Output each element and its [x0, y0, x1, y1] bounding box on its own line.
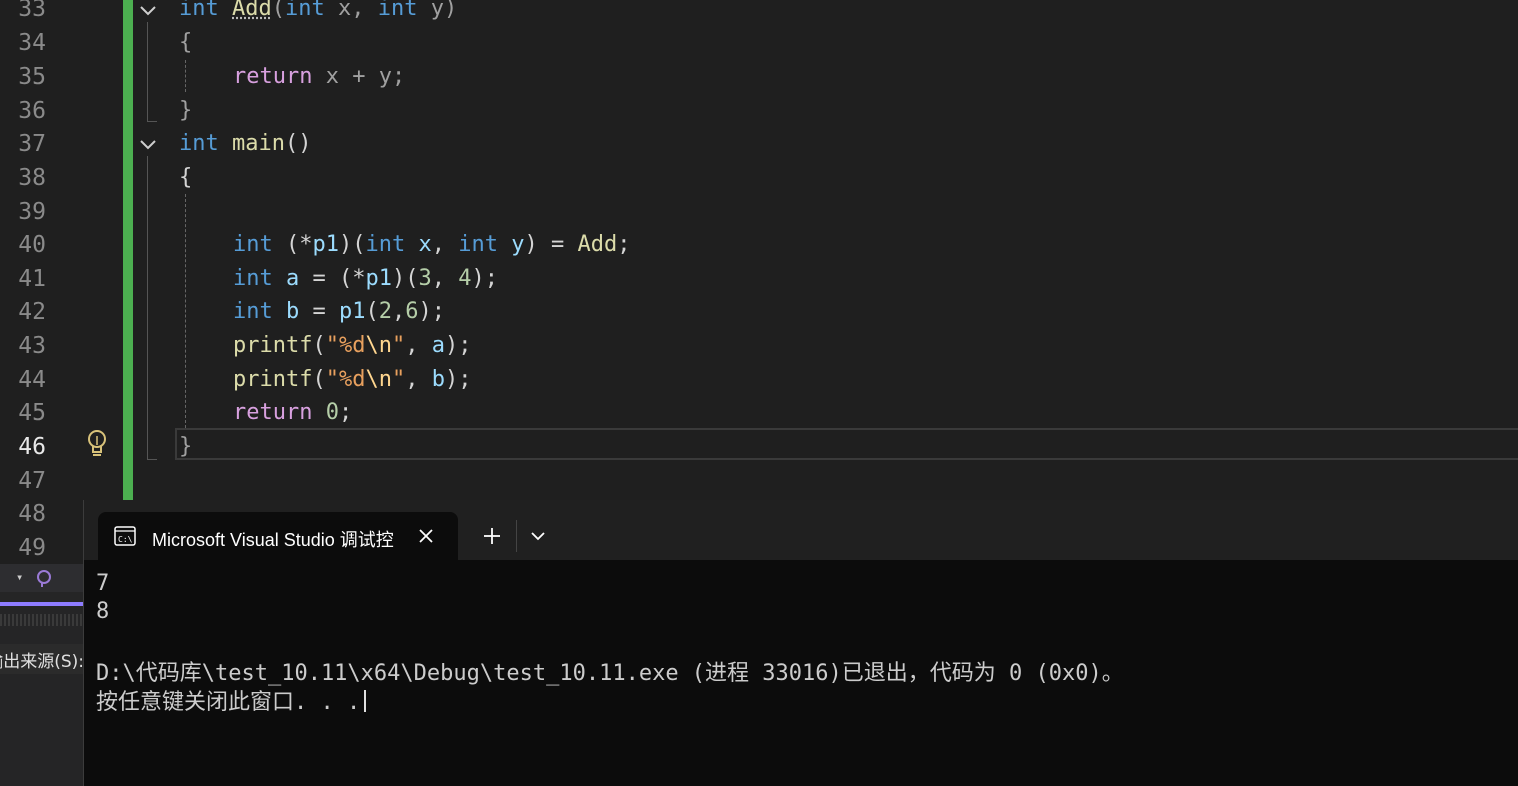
fold-guide-end: [147, 459, 157, 460]
code-line-46[interactable]: }: [179, 430, 192, 464]
active-tab-indicator: [0, 602, 84, 606]
terminal-window[interactable]: C:\ Microsoft Visual Studio 调试控 7 8 D:\代…: [83, 500, 1518, 786]
line-number: 43: [18, 333, 46, 359]
terminal-tab-title: Microsoft Visual Studio 调试控: [152, 530, 394, 550]
line-number: 45: [18, 400, 46, 426]
code-line-34[interactable]: {: [179, 26, 192, 60]
output-source-row: 输出来源(S):: [0, 644, 84, 674]
fold-guide: [147, 22, 148, 122]
code-line-36[interactable]: }: [179, 94, 192, 128]
code-line-41[interactable]: int a = (*p1)(3, 4);: [233, 262, 498, 296]
indent-guide: [185, 194, 186, 428]
terminal-tab-bar: C:\ Microsoft Visual Studio 调试控: [84, 500, 1518, 560]
line-number: 40: [18, 232, 46, 258]
console-icon: C:\: [114, 526, 136, 546]
line-number: 36: [18, 98, 46, 124]
indent-guide: [185, 60, 186, 92]
tab-divider: [516, 520, 517, 552]
panel-toolbar: ▾: [0, 564, 84, 592]
code-line-40[interactable]: int (*p1)(int x, int y) = Add;: [233, 228, 630, 262]
chevron-down-icon[interactable]: [530, 530, 546, 542]
change-indicator-bar: [123, 0, 133, 500]
line-number: 37: [18, 131, 46, 157]
code-line-42[interactable]: int b = p1(2,6);: [233, 295, 445, 329]
line-number: 33: [18, 0, 46, 22]
terminal-output-line: 8: [96, 599, 110, 624]
fold-chevron-icon[interactable]: [138, 0, 158, 20]
line-number: 38: [18, 165, 46, 191]
line-number: 42: [18, 299, 46, 325]
terminal-output-line: D:\代码库\test_10.11\x64\Debug\test_10.11.e…: [96, 661, 1124, 686]
svg-text:C:\: C:\: [118, 535, 133, 544]
fold-guide: [147, 156, 148, 460]
line-number: 47: [18, 468, 46, 494]
code-line-37[interactable]: int main(): [179, 127, 311, 161]
code-editor[interactable]: 33 34 35 36 37 38 39 40 41 42 43 44 45 4…: [0, 0, 1518, 561]
line-number: 49: [18, 535, 46, 561]
code-line-38[interactable]: {: [179, 161, 192, 195]
line-number: 39: [18, 199, 46, 225]
current-line-highlight: [175, 428, 1518, 460]
line-number: 44: [18, 367, 46, 393]
line-number: 35: [18, 64, 46, 90]
terminal-tab[interactable]: C:\ Microsoft Visual Studio 调试控: [98, 512, 458, 560]
terminal-prompt-line: 按任意键关闭此窗口. . .: [96, 684, 367, 716]
line-number-current: 46: [18, 434, 46, 460]
code-line-33[interactable]: int Add(int x, int y): [179, 0, 457, 26]
line-number: 48: [18, 501, 46, 527]
code-line-35[interactable]: return x + y;: [233, 60, 405, 94]
filter-icon[interactable]: [34, 568, 54, 588]
output-panel-fragment: ▾ 输出来源(S):: [0, 564, 84, 786]
text-cursor: [364, 690, 367, 712]
code-line-45[interactable]: return 0;: [233, 396, 352, 430]
terminal-prompt-text: 按任意键关闭此窗口. . .: [96, 690, 361, 715]
code-line-43[interactable]: printf("%d\n", a);: [233, 329, 471, 363]
panel-grip[interactable]: [0, 614, 84, 626]
terminal-output-line: 7: [96, 571, 110, 596]
close-icon[interactable]: [418, 528, 434, 544]
fold-chevron-icon[interactable]: [138, 134, 158, 154]
dropdown-arrow-icon[interactable]: ▾: [16, 570, 23, 584]
output-source-label: 输出来源(S):: [0, 652, 84, 672]
line-number: 41: [18, 266, 46, 292]
lightbulb-icon[interactable]: [84, 428, 110, 460]
new-tab-plus-icon[interactable]: [483, 527, 501, 545]
code-line-44[interactable]: printf("%d\n", b);: [233, 363, 471, 397]
fold-guide-end: [147, 121, 157, 122]
line-number: 34: [18, 30, 46, 56]
